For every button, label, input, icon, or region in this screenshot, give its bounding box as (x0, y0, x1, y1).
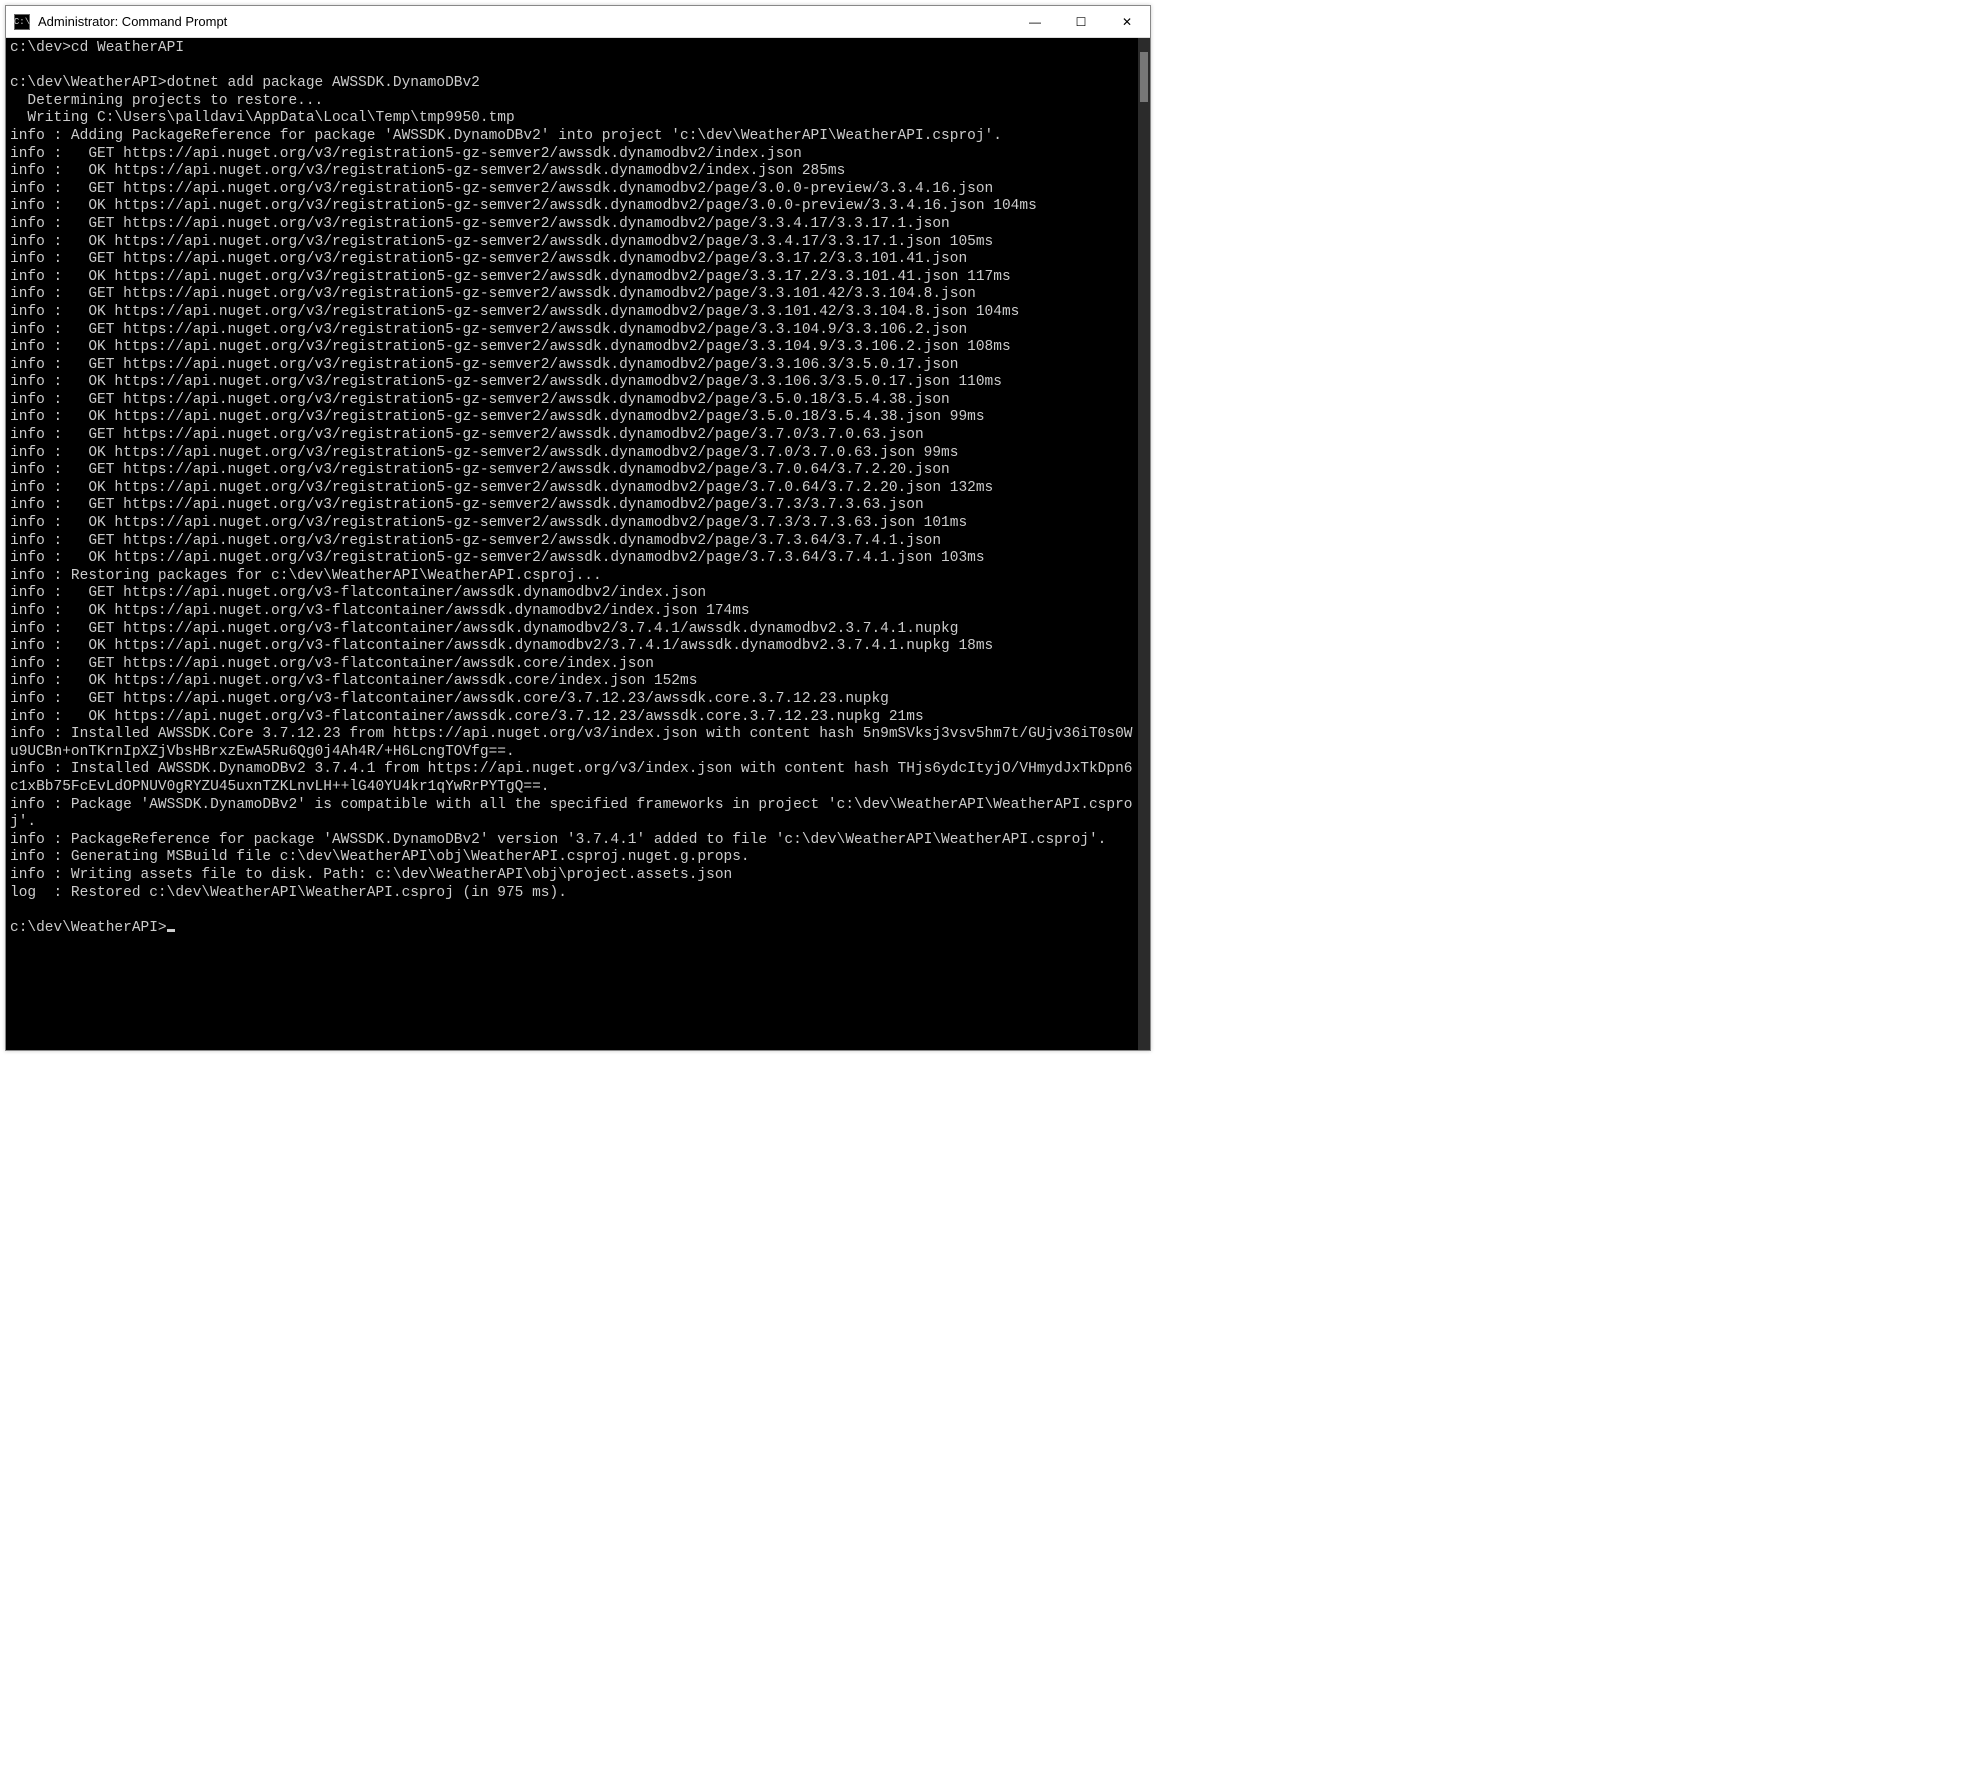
cursor (167, 929, 175, 932)
command-prompt-window: C:\ Administrator: Command Prompt — ☐ ✕ … (5, 5, 1151, 1051)
titlebar[interactable]: C:\ Administrator: Command Prompt — ☐ ✕ (6, 6, 1150, 38)
close-button[interactable]: ✕ (1104, 6, 1150, 38)
client-area: c:\dev>cd WeatherAPI c:\dev\WeatherAPI>d… (6, 38, 1150, 1050)
maximize-button[interactable]: ☐ (1058, 6, 1104, 38)
cmd-icon: C:\ (14, 14, 30, 30)
window-title: Administrator: Command Prompt (38, 14, 227, 29)
minimize-button[interactable]: — (1012, 6, 1058, 38)
vertical-scrollbar[interactable] (1138, 38, 1150, 1050)
scrollbar-thumb[interactable] (1140, 52, 1148, 102)
terminal-output[interactable]: c:\dev>cd WeatherAPI c:\dev\WeatherAPI>d… (6, 38, 1138, 1050)
